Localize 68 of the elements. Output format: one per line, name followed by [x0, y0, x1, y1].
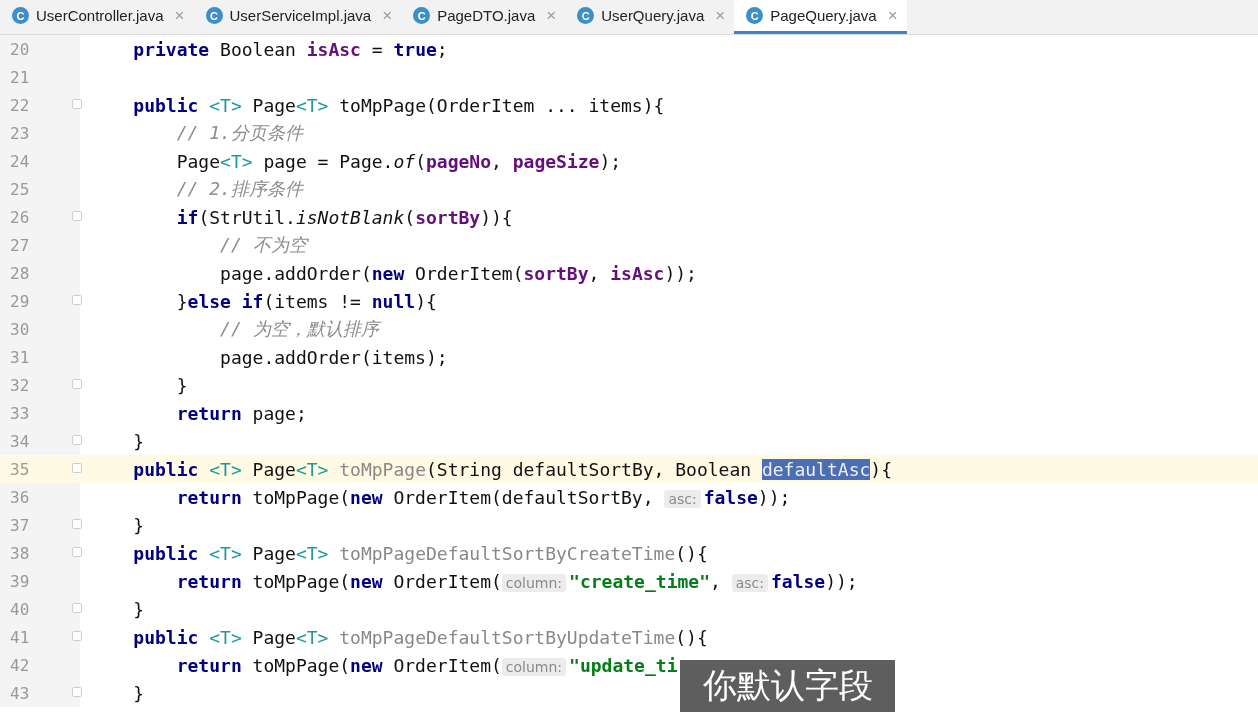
class-icon: C: [12, 7, 29, 24]
line-number: 25: [10, 179, 30, 199]
code-line: Page<T> page = Page.of(pageNo, pageSize);: [175, 150, 622, 172]
code-line: }: [132, 514, 145, 536]
code-line: if(StrUtil.isNotBlank(sortBy)){: [175, 206, 513, 228]
line-number: 38: [10, 543, 30, 563]
class-icon: C: [577, 7, 595, 24]
fold-marker-icon[interactable]: [72, 519, 82, 529]
line-number: 37: [10, 515, 30, 535]
class-icon: C: [413, 7, 431, 24]
subtitle-caption: 你默认字段: [680, 660, 895, 712]
line-number: 34: [10, 431, 30, 451]
line-number: 29: [10, 291, 30, 311]
line-number: 30: [10, 319, 30, 339]
code-line: }else if(items != null){: [175, 290, 437, 312]
editor-tab[interactable]: C UserController.java ×: [0, 0, 194, 34]
code-line: // 不为空: [219, 234, 307, 255]
code-line: }: [132, 430, 145, 452]
code-line: return toMpPage(new OrderItem( column: "update_ti: [175, 654, 678, 676]
code-line: page.addOrder(items);: [219, 346, 448, 368]
code-line: }: [132, 598, 145, 620]
editor-tab[interactable]: C UserQuery.java ×: [565, 0, 735, 34]
line-number: 20: [10, 39, 30, 59]
class-icon: C: [205, 7, 223, 24]
fold-marker-icon[interactable]: [72, 295, 82, 305]
code-line: page.addOrder(new OrderItem(sortBy, isAsc));: [219, 262, 697, 284]
line-number: 40: [10, 599, 30, 619]
code-line: // 2.排序条件: [175, 178, 303, 199]
line-number: 22: [10, 95, 30, 115]
code-line: public <T> Page<T> toMpPage(OrderItem ... items){: [132, 94, 665, 116]
code-line: return page;: [175, 402, 307, 424]
line-number: 31: [10, 347, 30, 367]
editor-tab[interactable]: C UserServiceImpl.java ×: [193, 0, 402, 34]
fold-marker-icon[interactable]: [72, 463, 82, 473]
code-line: // 1.分页条件: [175, 122, 303, 143]
line-number: 24: [10, 151, 30, 171]
code-line: public <T> Page<T> toMpPageDefaultSortByUpdateTime(){: [132, 626, 708, 648]
fold-marker-icon[interactable]: [72, 379, 82, 389]
code-line: public <T> Page<T> toMpPageDefaultSortByCreateTime(){: [132, 542, 708, 564]
code-line: return toMpPage(new OrderItem(defaultSortBy, asc: false));: [175, 486, 791, 508]
fold-marker-icon[interactable]: [72, 435, 82, 445]
class-icon: C: [746, 7, 764, 24]
editor-tab[interactable]: C PageDTO.java ×: [401, 0, 566, 34]
line-number: 23: [10, 123, 30, 143]
line-number: 36: [10, 487, 30, 507]
line-number: 33: [10, 403, 30, 423]
code-line: return toMpPage(new OrderItem( column: "create_time", asc: false));: [175, 570, 858, 592]
fold-marker-icon[interactable]: [72, 547, 82, 557]
line-number: 43: [10, 683, 30, 703]
line-number: 41: [10, 627, 30, 647]
fold-marker-icon[interactable]: [72, 631, 82, 641]
line-number: 21: [10, 67, 30, 87]
line-number: 35: [10, 459, 30, 479]
code-line: private Boolean isAsc = true;: [132, 38, 448, 60]
line-number: 42: [10, 655, 30, 675]
fold-marker-icon[interactable]: [72, 211, 82, 221]
line-number: 26: [10, 207, 30, 227]
line-number: 28: [10, 263, 30, 283]
code-line: }: [132, 682, 145, 704]
line-number: 27: [10, 235, 30, 255]
fold-marker-icon[interactable]: [72, 99, 82, 109]
fold-marker-icon[interactable]: [72, 603, 82, 613]
editor-tab[interactable]: C PageQuery.java ×: [734, 0, 907, 34]
line-number: 39: [10, 571, 30, 591]
code-line: }: [175, 374, 188, 396]
fold-marker-icon[interactable]: [72, 687, 82, 697]
line-number: 32: [10, 375, 30, 395]
code-line: public <T> Page<T> toMpPage(String defaultSortBy, Boolean defaultAsc){: [132, 458, 892, 480]
